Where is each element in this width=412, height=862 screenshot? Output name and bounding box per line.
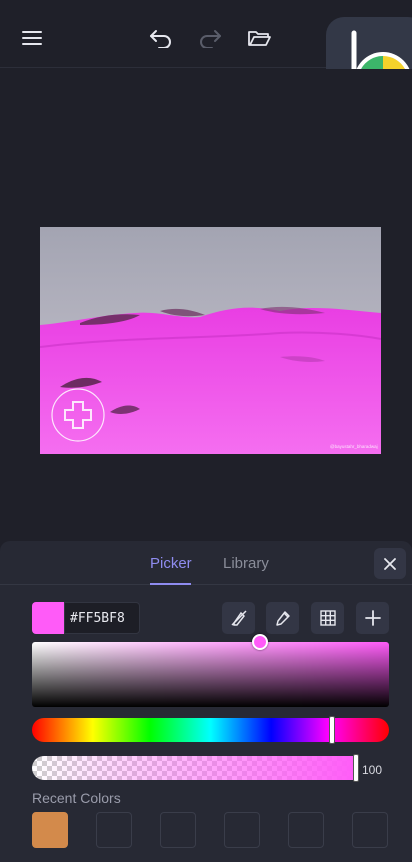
close-x-icon [384, 557, 396, 570]
palette-grid-button[interactable] [311, 602, 344, 634]
active-tab-indicator [150, 583, 191, 585]
redo-arrow-icon[interactable] [194, 22, 226, 54]
no-color-pen-icon [230, 610, 247, 626]
hamburger-menu-icon[interactable] [16, 22, 48, 54]
plus-icon [364, 610, 381, 626]
close-panel-button[interactable] [374, 548, 406, 579]
recent-color-empty-slot [160, 812, 196, 848]
add-color-button[interactable] [356, 602, 389, 634]
eyedropper-button[interactable] [266, 602, 299, 634]
recent-color-empty-slot [352, 812, 388, 848]
current-color-swatch[interactable] [32, 602, 64, 634]
recent-color-empty-slot [96, 812, 132, 848]
panel-tabs: Picker Library [0, 541, 412, 585]
saturation-value-area[interactable] [32, 634, 389, 707]
saturation-value-handle[interactable] [252, 634, 269, 650]
eyedropper-icon [275, 611, 290, 626]
recent-color-empty-slot [288, 812, 324, 848]
alpha-gradient [32, 756, 357, 780]
open-folder-icon[interactable] [243, 22, 275, 54]
image-canvas[interactable]: @bayustahr_bharadwaj [0, 69, 412, 541]
hue-slider[interactable] [32, 716, 389, 744]
recent-color-swatch[interactable] [32, 812, 68, 848]
tab-picker[interactable]: Picker [150, 555, 192, 572]
edited-photo: @bayustahr_bharadwaj [40, 227, 381, 454]
alpha-slider[interactable] [32, 756, 357, 780]
photo-credit: @bayustahr_bharadwaj [330, 444, 378, 449]
recent-colors-label: Recent Colors [32, 790, 121, 806]
hex-color-input[interactable]: #FF5BF8 [64, 602, 140, 634]
tab-library[interactable]: Library [223, 555, 269, 572]
alpha-slider-handle[interactable] [353, 754, 359, 782]
color-picker-panel: Picker Library #FF5BF8 100 Recent Colors [0, 541, 412, 862]
hue-slider-handle[interactable] [328, 716, 335, 744]
alpha-value: 100 [362, 763, 383, 777]
undo-arrow-icon[interactable] [145, 22, 177, 54]
no-color-button[interactable] [222, 602, 255, 634]
recent-color-empty-slot [224, 812, 260, 848]
grid-icon [319, 610, 336, 626]
